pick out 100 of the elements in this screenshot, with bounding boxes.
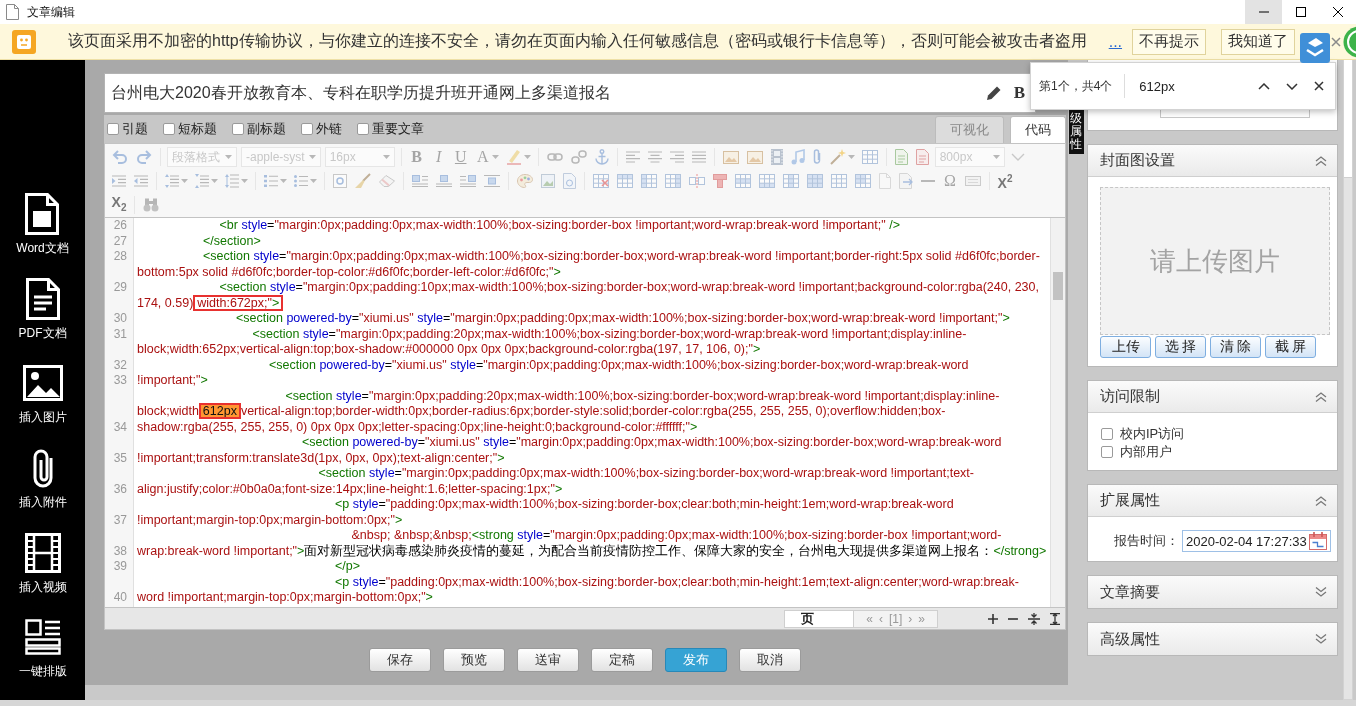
- line-number: 26: [112, 218, 128, 234]
- tab[interactable]: 代码: [1010, 116, 1066, 143]
- word-import-button[interactable]: Word文档: [16, 192, 69, 277]
- field-label: 报告时间：: [1114, 532, 1179, 550]
- close-icon: [1332, 7, 1343, 17]
- code-line: <section powered-by="xiumi.us" style="margin:0px;padding:0px;max-width:100%;box-sizing:border-box;word-wrap:break-word: [301, 435, 1002, 451]
- calendar-icon[interactable]: [1309, 532, 1327, 550]
- code-editor[interactable]: [104, 218, 1066, 608]
- code-line: shadow:rgba(255, 255, 255, 0) 0px 0px 0px;letter-spacing:0px;line-height:0;background-color:#ffffff;">: [136, 419, 698, 435]
- confirm-button[interactable]: 我知道了: [1221, 28, 1296, 55]
- panel-header[interactable]: 扩展属性: [1088, 485, 1337, 517]
- app-tile-icon[interactable]: [1300, 33, 1330, 63]
- find-field[interactable]: 612px: [1139, 78, 1242, 94]
- checkbox[interactable]: [163, 123, 175, 135]
- scrollbar-thumb[interactable]: [1344, 60, 1352, 178]
- double-chevron-down-icon[interactable]: [1315, 634, 1327, 644]
- collapse-icon[interactable]: [1028, 612, 1040, 625]
- code-line: !important;margin-top:0px;margin-bottom:0px;">: [136, 512, 403, 528]
- code-line: !important;transform:translate3d(1px, 0px, 0px);text-align:center;">: [136, 450, 505, 466]
- more-link[interactable]: ...: [1108, 32, 1123, 51]
- minimize-button[interactable]: [1245, 0, 1282, 24]
- maximize-icon: [1295, 7, 1306, 17]
- checkbox[interactable]: [1101, 446, 1113, 458]
- scrollbar-thumb[interactable]: [1053, 272, 1063, 300]
- line-number: 37: [112, 512, 128, 528]
- code-line: <section style="margin:0px;padding:20px;max-width:100%;box-sizing:border-box;word-wrap:break-word !important;display:inline-: [284, 388, 1000, 404]
- checkbox[interactable]: [1101, 428, 1113, 440]
- panel-header[interactable]: 访问限制: [1088, 381, 1337, 413]
- clear-button[interactable]: 清 除: [1210, 336, 1261, 358]
- checkbox[interactable]: [107, 123, 119, 135]
- double-chevron-up-icon[interactable]: [1315, 155, 1327, 166]
- code-line: block;width:652px;vertical-align:top;box-shadow:#000000 0px 0px 0px;background-color:rgba(197, 17, 106, 0);">: [136, 342, 761, 358]
- double-chevron-down-icon[interactable]: [1315, 587, 1327, 597]
- checkbox[interactable]: [301, 123, 313, 135]
- preview-button[interactable]: 预览: [443, 647, 505, 672]
- line-number: 40: [112, 590, 128, 606]
- code-line: &nbsp; &nbsp;&nbsp;<strong style="margin:0px;padding:0px;max-width:100%;box-sizing:border-box !important;word-: [350, 528, 1002, 544]
- line-number: 31: [112, 326, 128, 342]
- select-button[interactable]: 选 择: [1155, 336, 1206, 358]
- checkbox-label: 副标题: [247, 120, 286, 138]
- minus-icon[interactable]: [1008, 617, 1018, 620]
- line-number: 39: [112, 559, 128, 575]
- side-tab[interactable]: 级属性: [1069, 110, 1084, 154]
- code-line: <section powered-by="xiumi.us" style="margin:0px;padding:0px;max-width:100%;box-sizing:border-box;word-wrap:break-word: [268, 357, 969, 373]
- document-icon: [6, 4, 19, 20]
- page-field[interactable]: 页: [784, 609, 855, 628]
- panel-header[interactable]: 封面图设置: [1088, 145, 1337, 177]
- double-chevron-up-icon[interactable]: [1315, 391, 1327, 402]
- checkbox-label: 内部用户: [1120, 443, 1172, 461]
- screenshot-button[interactable]: 截 屏: [1265, 336, 1316, 358]
- code-line: <br style="margin:0px;padding:0px;max-width:100%;box-sizing:border-box !important;word-wrap:break-word !important;" />: [218, 218, 900, 234]
- code-line: <p style="padding:0px;max-width:100%;box-sizing:border-box;clear:both;min-height:1em;text-align:center;word-wrap:break-: [334, 574, 1019, 590]
- checkbox-label: 校内IP访问: [1120, 425, 1185, 443]
- expand-icon[interactable]: [1050, 612, 1060, 625]
- insert-video-button[interactable]: 插入视频: [18, 530, 67, 616]
- line-number: 33: [112, 373, 128, 389]
- code-line: 174, 0.59) width:672px;">: [136, 295, 281, 311]
- insert-attachment-button[interactable]: 插入附件: [18, 446, 67, 531]
- upload-button[interactable]: 上传: [1100, 336, 1151, 358]
- plus-icon[interactable]: [988, 613, 998, 624]
- match-count: 第1个，共4个: [1039, 77, 1113, 95]
- document-icon: [25, 193, 60, 235]
- code-line: word !important;margin-top:0px;margin-bottom:0px;">: [136, 590, 433, 606]
- insert-image-button[interactable]: 插入图片: [18, 361, 67, 446]
- code-line: align:justify;color:#0b0a0a;font-size:14px;line-height:1.6;letter-spacing:1px;">: [136, 481, 563, 497]
- save-button[interactable]: 保存: [369, 647, 431, 672]
- code-line: <section powered-by="xiumi.us" style="margin:0px;padding:0px;max-width:100%;box-sizing:border-box;word-wrap:break-word !important;">: [235, 311, 1010, 327]
- chevron-down-icon[interactable]: [1286, 82, 1298, 90]
- checkbox[interactable]: [357, 123, 369, 135]
- code-line: <section style="margin:0px;padding:0px;max-width:100%;box-sizing:border-box;word-wrap:break-word !important;border-right:5px solid #d6f0fc;border-: [202, 249, 1040, 265]
- date-field[interactable]: 2020-02-04 17:27:33: [1182, 530, 1331, 552]
- panel-header[interactable]: 高级属性: [1088, 623, 1337, 655]
- code-line: </section>: [202, 233, 261, 249]
- panel-header[interactable]: 文章摘要: [1088, 576, 1337, 608]
- auto-layout-button[interactable]: 一键排版: [18, 615, 67, 701]
- pdf-import-button[interactable]: PDF文档: [18, 276, 67, 362]
- submit-button[interactable]: 送审: [517, 647, 579, 672]
- warning-message: 该页面采用不加密的http传输协议，与你建立的连接不安全，请勿在页面内输入任何敏感信息（密码或银行卡信息等），否则可能会被攻击者盗用: [68, 31, 1087, 51]
- code-line: <section style="margin:0px;padding:20px;max-width:100%;box-sizing:border-box;word-wrap:break-word !important;display:inline-: [251, 326, 967, 342]
- cancel-button[interactable]: 取消: [739, 647, 801, 672]
- image-icon: [22, 365, 63, 402]
- code-line: block;width 612px vertical-align:top;border-width:0px;border-radius:6px;border-style:solid;border-color:rgba(255, 255, 255, 0);overflow:hidden;box-: [136, 404, 946, 420]
- double-chevron-up-icon[interactable]: [1315, 495, 1327, 506]
- checkbox-label: 外链: [316, 120, 342, 138]
- window-title: 文章编辑: [27, 3, 75, 21]
- line-number: 30: [112, 311, 128, 327]
- code-line: bottom:5px solid #d6f0fc;border-top-color:#d6f0fc;border-left-color:#d6f0fc;">: [136, 264, 561, 280]
- line-number: 35: [112, 450, 128, 466]
- minimize-icon: [1258, 11, 1269, 13]
- checkbox[interactable]: [232, 123, 244, 135]
- chevron-up-icon[interactable]: [1258, 82, 1270, 90]
- bold-button[interactable]: B: [1013, 83, 1025, 103]
- close-icon[interactable]: [1314, 81, 1324, 91]
- pencil-icon[interactable]: [985, 85, 1002, 101]
- alert-face-icon: [12, 29, 36, 54]
- line-number: 32: [112, 357, 128, 373]
- line-number: 36: [112, 481, 128, 497]
- mute-button[interactable]: 不再提示: [1132, 28, 1207, 55]
- finalize-button[interactable]: 定稿: [591, 647, 653, 672]
- title-field[interactable]: 台州电大2020春开放教育本、专科在职学历提升班开通网上多渠道报名 B: [104, 73, 1036, 113]
